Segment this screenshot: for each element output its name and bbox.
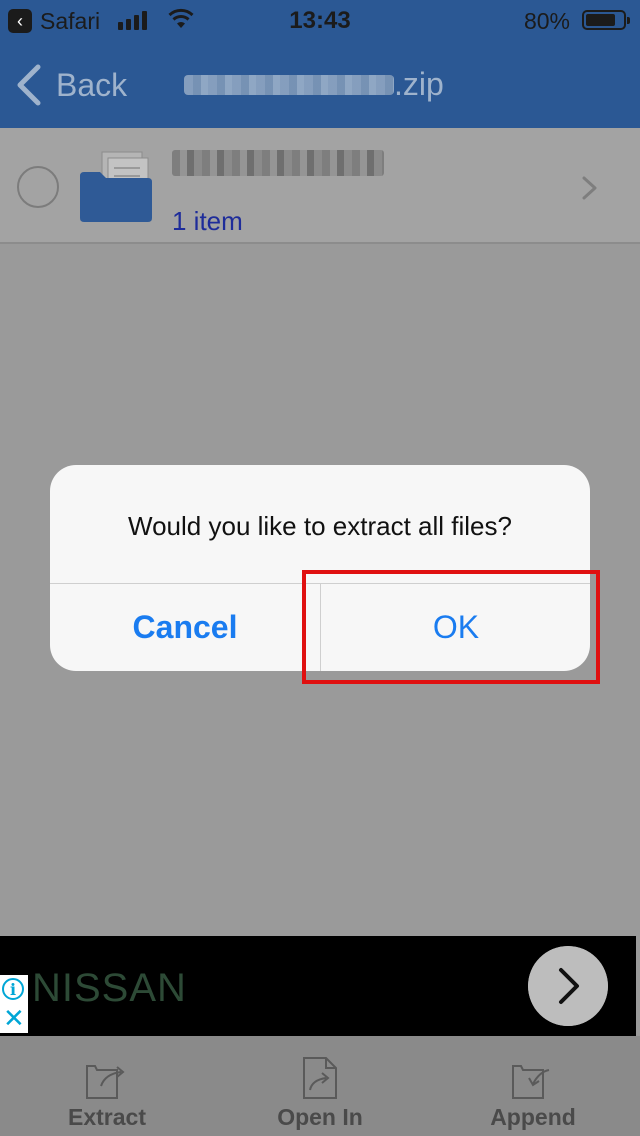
selection-radio[interactable] xyxy=(17,166,59,208)
back-button[interactable]: Back xyxy=(14,60,127,110)
ad-choices: i ✕ xyxy=(0,975,28,1033)
filename-extension: .zip xyxy=(394,66,444,102)
back-button-label: Back xyxy=(56,66,128,103)
battery-icon xyxy=(582,10,630,30)
page-title: .zip xyxy=(184,66,444,103)
ad-arrow-icon[interactable] xyxy=(528,946,608,1026)
open-in-label: Open In xyxy=(277,1104,363,1130)
extract-confirm-dialog: Would you like to extract all files? Can… xyxy=(50,465,590,671)
extract-icon xyxy=(86,1065,125,1099)
append-icon xyxy=(512,1065,550,1099)
cancel-button[interactable]: Cancel xyxy=(50,584,320,671)
status-bar: ‹ Safari 13:43 80% xyxy=(0,0,640,42)
redacted-folder-name xyxy=(172,150,384,176)
ok-button[interactable]: OK xyxy=(321,584,590,671)
chevron-left-icon xyxy=(17,64,41,106)
ad-brand: NISSAN xyxy=(32,966,187,1010)
open-in-button[interactable]: Open In xyxy=(240,1036,400,1136)
close-icon[interactable]: ✕ xyxy=(3,1005,25,1031)
info-icon[interactable]: i xyxy=(2,978,24,1000)
extract-label: Extract xyxy=(68,1104,146,1130)
open-in-icon xyxy=(303,1057,337,1099)
append-label: Append xyxy=(490,1104,576,1130)
item-count: 1 item xyxy=(172,206,243,236)
append-button[interactable]: Append xyxy=(453,1036,613,1136)
extract-button[interactable]: Extract xyxy=(27,1036,187,1136)
folder-icon xyxy=(80,151,152,222)
redacted-filename xyxy=(184,74,394,95)
chevron-right-icon[interactable] xyxy=(578,174,602,202)
bottom-toolbar: Extract Open In Append xyxy=(0,1036,640,1136)
navigation-bar: Back .zip xyxy=(0,42,640,128)
battery-percentage: 80% xyxy=(523,8,570,34)
dialog-message: Would you like to extract all files? xyxy=(128,511,512,541)
